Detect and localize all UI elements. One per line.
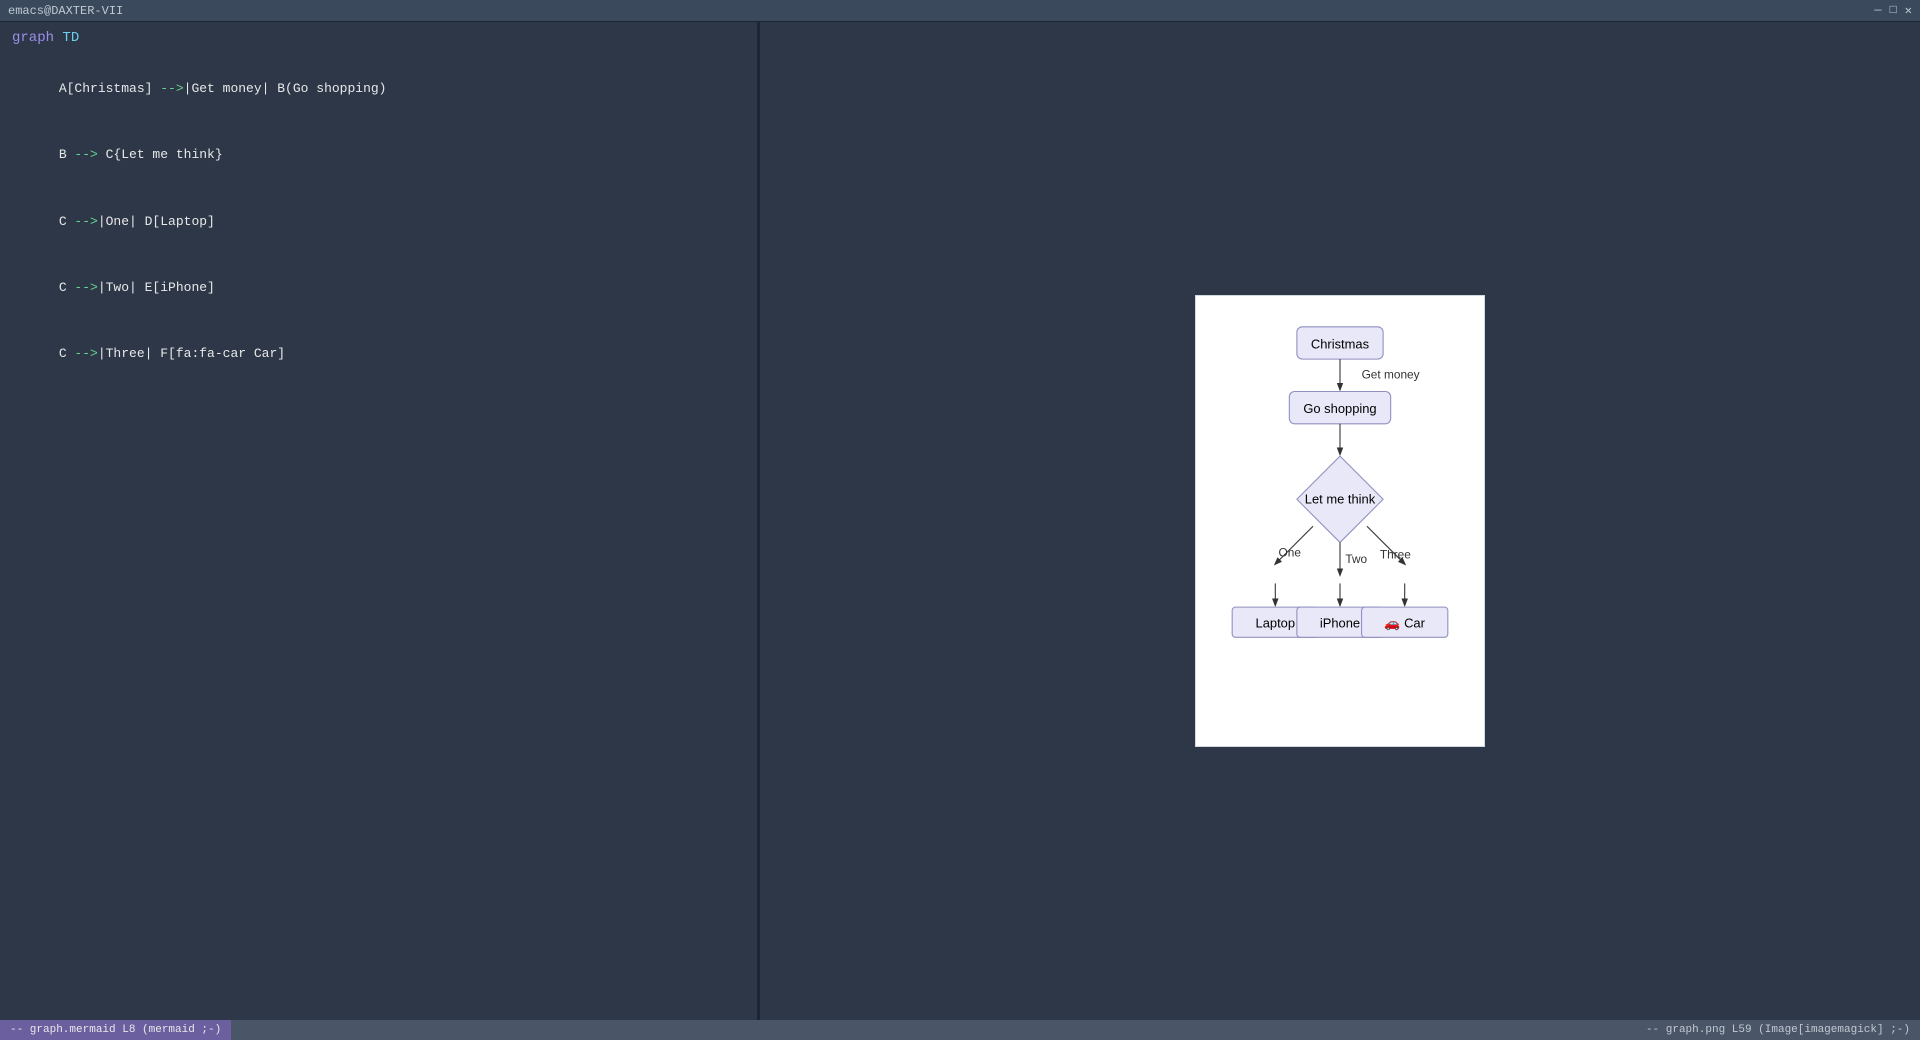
diagram-pane: Christmas Get money Go shopping Let me t… bbox=[760, 22, 1920, 1020]
go-shopping-node: Go shopping bbox=[1303, 401, 1376, 416]
graph-header: graph TD bbox=[12, 30, 745, 46]
status-bar: -- graph.mermaid L8 (mermaid ;-) -- grap… bbox=[0, 1020, 1920, 1040]
editor-pane: graph TD A[Christmas] -->|Get money| B(G… bbox=[0, 22, 757, 1020]
code-line-3: C -->|One| D[Laptop] bbox=[12, 189, 745, 255]
maximize-button[interactable]: □ bbox=[1890, 3, 1897, 18]
window-title: emacs@DAXTER-VII bbox=[8, 4, 123, 18]
code-line-2: B --> C{Let me think} bbox=[12, 122, 745, 188]
three-label: Three bbox=[1380, 548, 1411, 562]
laptop-node: Laptop bbox=[1256, 616, 1296, 631]
graph-direction: TD bbox=[62, 30, 79, 46]
get-money-label: Get money bbox=[1362, 368, 1420, 382]
main-content: graph TD A[Christmas] -->|Get money| B(G… bbox=[0, 22, 1920, 1020]
iphone-node: iPhone bbox=[1320, 616, 1360, 631]
close-button[interactable]: ✕ bbox=[1905, 3, 1912, 18]
window-controls: — □ ✕ bbox=[1874, 3, 1912, 18]
diagram-container: Christmas Get money Go shopping Let me t… bbox=[1195, 295, 1485, 747]
code-line-1: A[Christmas] -->|Get money| B(Go shoppin… bbox=[12, 56, 745, 122]
code-line-5: C -->|Three| F[fa:fa-car Car] bbox=[12, 321, 745, 387]
graph-keyword: graph bbox=[12, 30, 62, 46]
status-right: -- graph.png L59 (Image[imagemagick] ;-) bbox=[1636, 1020, 1920, 1040]
let-me-think-node: Let me think bbox=[1305, 492, 1376, 507]
car-node: 🚗 Car bbox=[1384, 616, 1425, 631]
title-bar: emacs@DAXTER-VII — □ ✕ bbox=[0, 0, 1920, 22]
status-left: -- graph.mermaid L8 (mermaid ;-) bbox=[0, 1020, 231, 1040]
christmas-node: Christmas bbox=[1311, 336, 1369, 351]
one-label: One bbox=[1279, 546, 1302, 560]
minimize-button[interactable]: — bbox=[1874, 3, 1881, 18]
two-label: Two bbox=[1345, 552, 1367, 566]
code-line-4: C -->|Two| E[iPhone] bbox=[12, 255, 745, 321]
flowchart-svg: Christmas Get money Go shopping Let me t… bbox=[1216, 316, 1464, 726]
